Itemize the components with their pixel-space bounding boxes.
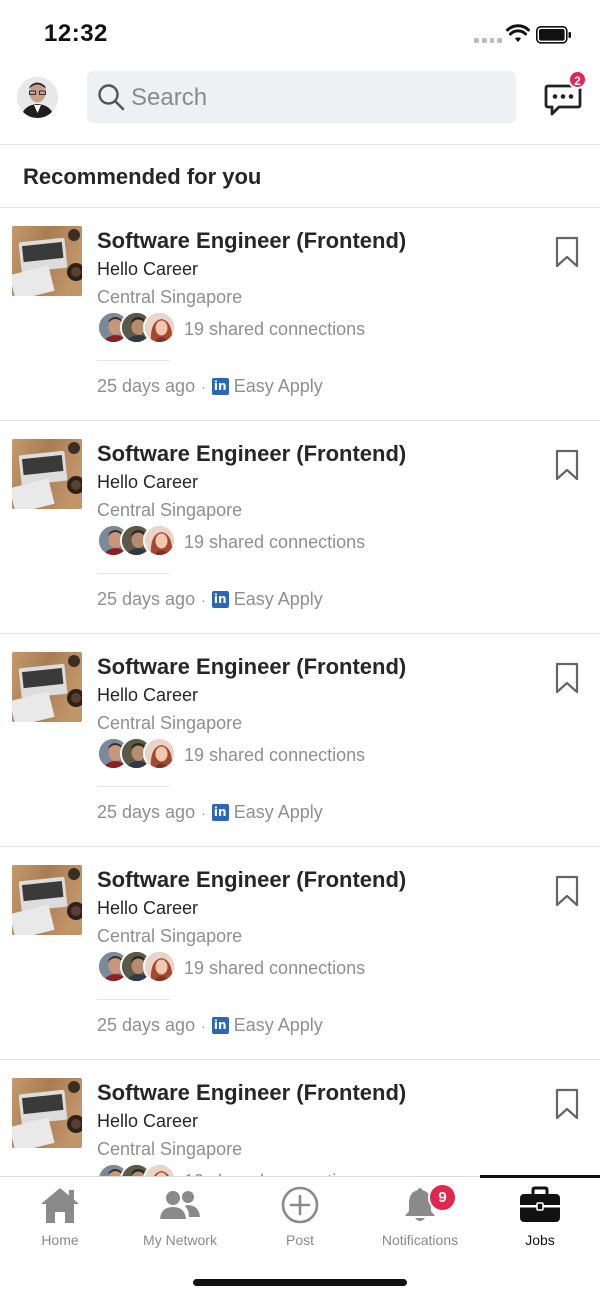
jobs-screen: 12:32 Search 2 Recommended for you Softw… (0, 0, 600, 1299)
company-logo (12, 439, 82, 509)
linkedin-icon: in (211, 591, 229, 608)
job-card[interactable]: Software Engineer (Frontend) Hello Caree… (0, 208, 600, 421)
job-location: Central Singapore (97, 500, 243, 520)
job-company: Hello Career (97, 685, 199, 705)
connection-avatars (97, 737, 177, 771)
network-icon (160, 1191, 200, 1219)
nav-label-home: Home (41, 1232, 79, 1248)
easy-apply-label: Easy Apply (233, 376, 323, 396)
job-card[interactable]: Software Engineer (Frontend) Hello Caree… (0, 847, 600, 1060)
job-card[interactable]: Software Engineer (Frontend) Hello Caree… (0, 421, 600, 634)
job-meta: 25 days ago · in Easy Apply (97, 589, 323, 610)
meta-separator: · (201, 804, 206, 821)
home-icon (41, 1188, 79, 1223)
briefcase-icon (520, 1186, 560, 1222)
section-header: Recommended for you (0, 145, 600, 208)
job-meta: 25 days ago · in Easy Apply (97, 1015, 323, 1036)
bookmark-icon[interactable] (555, 449, 579, 481)
linkedin-icon: in (211, 1017, 229, 1034)
job-meta: 25 days ago · in Easy Apply (97, 802, 323, 823)
job-company: Hello Career (97, 898, 199, 918)
nav-label-jobs: Jobs (525, 1232, 555, 1248)
bookmark-icon[interactable] (555, 1088, 579, 1120)
job-meta: 25 days ago · in Easy Apply (97, 376, 323, 397)
job-title[interactable]: Software Engineer (Frontend) (97, 228, 406, 254)
nav-notifications[interactable]: Notifications (360, 1177, 480, 1257)
posted-time: 25 days ago (97, 802, 196, 822)
job-list[interactable]: Software Engineer (Frontend) Hello Caree… (0, 208, 600, 1176)
connection-avatar (143, 737, 176, 770)
connection-avatar (143, 950, 176, 983)
job-location: Central Singapore (97, 1139, 243, 1159)
linkedin-icon: in (211, 378, 229, 395)
divider (97, 360, 170, 361)
connection-avatars (97, 524, 177, 558)
shared-connections-text[interactable]: 19 shared connections (184, 958, 365, 979)
job-title[interactable]: Software Engineer (Frontend) (97, 867, 406, 893)
nav-home[interactable]: Home (0, 1177, 120, 1257)
wifi-icon (506, 24, 530, 42)
battery-icon (536, 26, 571, 44)
posted-time: 25 days ago (97, 1015, 196, 1035)
messages-badge: 2 (568, 70, 587, 89)
connection-avatars (97, 950, 177, 984)
divider (97, 999, 170, 1000)
nav-label-post: Post (285, 1232, 314, 1248)
easy-apply-label: Easy Apply (233, 589, 323, 609)
job-company: Hello Career (97, 259, 199, 279)
job-location: Central Singapore (97, 926, 243, 946)
nav-label-notifications: Notifications (381, 1232, 459, 1248)
job-location: Central Singapore (97, 287, 243, 307)
connection-avatars (97, 1163, 177, 1176)
divider (97, 573, 170, 574)
profile-avatar[interactable] (17, 77, 58, 118)
job-title[interactable]: Software Engineer (Frontend) (97, 441, 406, 467)
job-company: Hello Career (97, 1111, 199, 1131)
company-logo (12, 1078, 82, 1148)
nav-label-my-network: My Network (143, 1232, 217, 1248)
linkedin-icon: in (211, 804, 229, 821)
job-location: Central Singapore (97, 713, 243, 733)
job-title[interactable]: Software Engineer (Frontend) (97, 654, 406, 680)
job-title[interactable]: Software Engineer (Frontend) (97, 1080, 406, 1106)
company-logo (12, 652, 82, 722)
meta-separator: · (201, 591, 206, 608)
search-input[interactable]: Search (87, 71, 516, 123)
posted-time: 25 days ago (97, 376, 196, 396)
meta-separator: · (201, 378, 206, 395)
job-company: Hello Career (97, 472, 199, 492)
nav-jobs[interactable]: Jobs (480, 1177, 600, 1257)
job-card[interactable]: Software Engineer (Frontend) Hello Caree… (0, 1060, 600, 1176)
bookmark-icon[interactable] (555, 662, 579, 694)
top-bar: Search 2 (0, 70, 600, 145)
shared-connections-text[interactable]: 19 shared connections (184, 745, 365, 766)
bookmark-icon[interactable] (555, 236, 579, 268)
connection-avatar (143, 1163, 176, 1176)
bookmark-icon[interactable] (555, 875, 579, 907)
shared-connections-text[interactable]: 19 shared connections (184, 532, 365, 553)
cellular-signal-icon (474, 38, 502, 44)
shared-connections-text[interactable]: 19 shared connections (184, 319, 365, 340)
section-title: Recommended for you (23, 164, 262, 189)
connection-avatars (97, 311, 177, 345)
plus-circle-icon (281, 1186, 319, 1224)
status-time: 12:32 (44, 20, 108, 47)
posted-time: 25 days ago (97, 589, 196, 609)
search-icon (98, 84, 125, 111)
easy-apply-label: Easy Apply (233, 1015, 323, 1035)
company-logo (12, 226, 82, 296)
connection-avatar (143, 524, 176, 557)
nav-my-network[interactable]: My Network (120, 1177, 240, 1257)
notifications-badge: 9 (428, 1183, 457, 1212)
status-bar: 12:32 (0, 0, 600, 70)
easy-apply-label: Easy Apply (233, 802, 323, 822)
nav-post[interactable]: Post (240, 1177, 360, 1257)
meta-separator: · (201, 1017, 206, 1034)
company-logo (12, 865, 82, 935)
search-placeholder: Search (131, 84, 208, 111)
home-indicator[interactable] (193, 1279, 407, 1286)
connection-avatar (143, 311, 176, 344)
divider (97, 786, 170, 787)
job-card[interactable]: Software Engineer (Frontend) Hello Caree… (0, 634, 600, 847)
